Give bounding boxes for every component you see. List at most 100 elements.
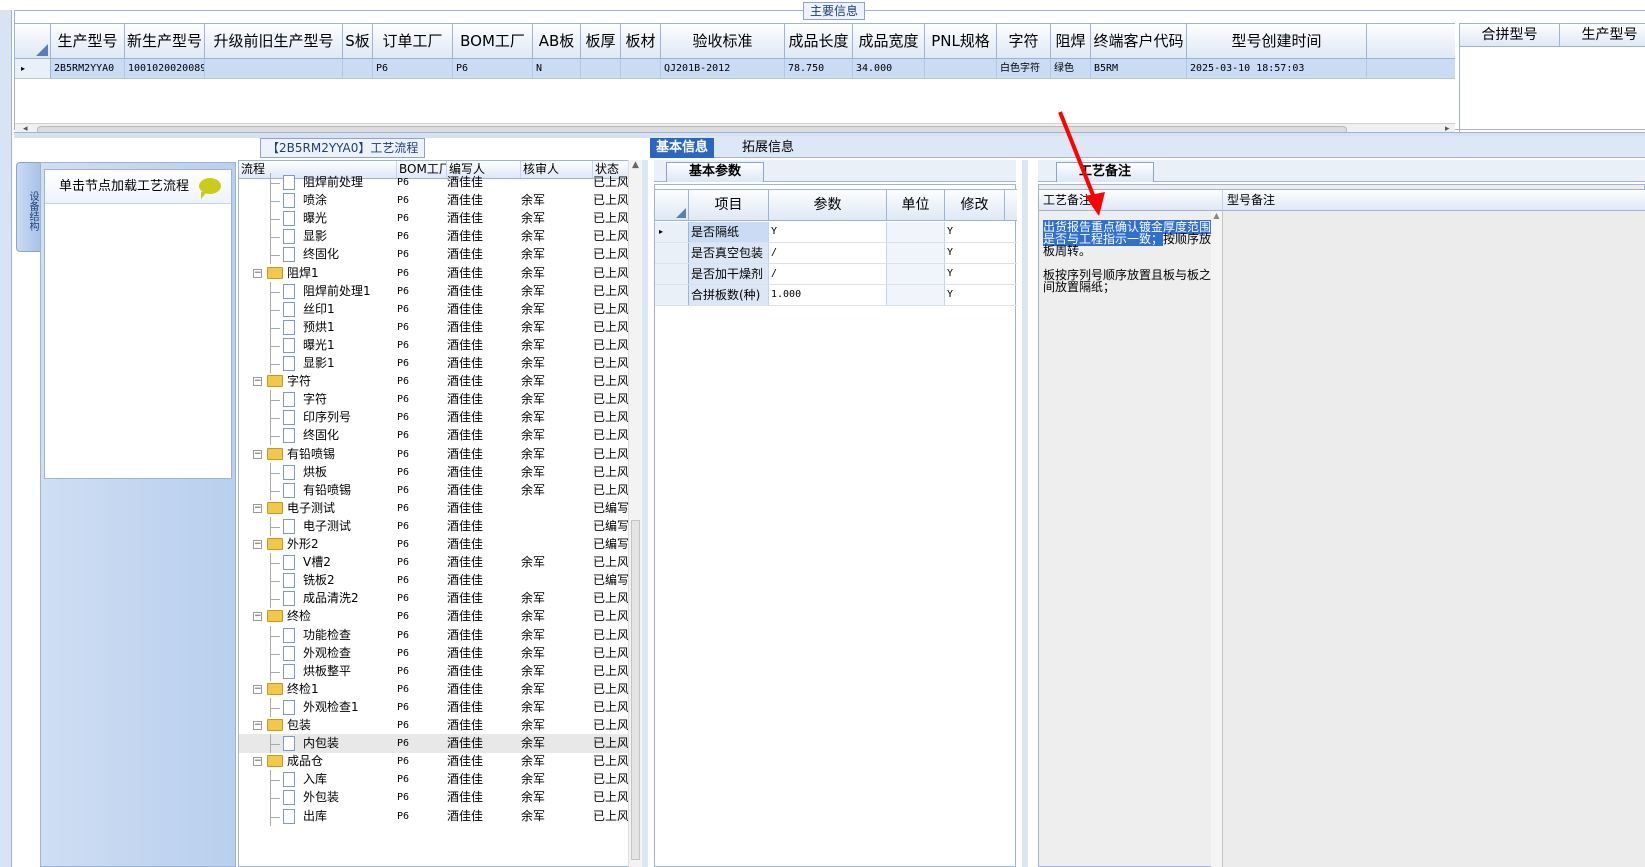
tab-basic-info[interactable]: 基本信息 [650,138,715,158]
collapse-icon[interactable]: − [253,503,262,513]
tree-node[interactable]: 烘板整平 P6 酒佳佳 余军 已上风 [239,661,635,681]
tree-folder-node[interactable]: − 字符 P6 酒佳佳 余军 已上风 [239,372,635,391]
param-row[interactable]: 合拼板数(种) 1.000 Y [655,285,1017,306]
collapse-icon[interactable]: − [253,757,262,767]
col-header[interactable]: 验收标准 [661,24,785,58]
tree-node[interactable]: 显影1 P6 酒佳佳 余军 已上风 [239,354,635,373]
col-header-item[interactable]: 项目 [689,190,769,220]
tree-node[interactable]: 烘板 P6 酒佳佳 余军 已上风 [239,462,635,482]
col-header[interactable]: 生产型号 [51,24,125,58]
col-header-modify[interactable]: 修改 [945,190,1005,220]
tree-folder-node[interactable]: − 有铅喷锡 P6 酒佳佳 余军 已上风 [239,445,635,464]
table-cell[interactable]: 2B5RM2YYA0 [51,59,125,78]
col-header-param[interactable]: 参数 [769,190,887,220]
row-indicator[interactable]: ▸ [655,222,689,242]
param-unit-cell[interactable] [887,222,945,242]
collapse-icon[interactable]: − [253,449,262,459]
param-item-cell[interactable]: 是否真空包装 [689,243,769,263]
tree-node[interactable]: 显影 P6 酒佳佳 余军 已上风 [239,227,635,247]
param-unit-cell[interactable] [887,285,945,305]
collapse-icon[interactable]: − [253,684,262,694]
table-cell[interactable]: 2025-03-10 18:57:03 [1187,59,1367,78]
collapse-icon[interactable]: − [253,540,262,549]
col-header[interactable]: 成品长度 [785,24,853,58]
collapse-icon[interactable]: − [253,612,262,622]
tree-node[interactable]: 喷涂 P6 酒佳佳 余军 已上风 [239,191,635,211]
col-header[interactable]: BOM工厂 [453,24,533,58]
process-remark-textarea[interactable]: 出货报告重点确认镀金厚度范围是否与工程指示一致；按顺序放板周转。 板按序列号顺序… [1043,220,1215,293]
col-header[interactable]: AB板 [533,24,581,58]
tree-node[interactable]: 功能检查 P6 酒佳佳 余军 已上风 [239,625,635,645]
param-item-cell[interactable]: 合拼板数(种) [689,285,769,305]
tree-node[interactable]: 外包装 P6 酒佳佳 余军 已上风 [239,788,635,808]
tree-node[interactable]: 有铅喷锡 P6 酒佳佳 余军 已上风 [239,480,635,500]
table-cell[interactable]: N [533,59,581,78]
tree-vscrollbar[interactable]: ▲ [628,160,642,867]
tree-node[interactable]: 外观检查 P6 酒佳佳 余军 已上风 [239,643,635,663]
param-unit-cell[interactable] [887,264,945,284]
tree-folder-node[interactable]: − 终检 P6 酒佳佳 余军 已上风 [239,607,635,626]
grid-corner[interactable] [655,190,689,220]
tree-node[interactable]: 阻焊前处理 P6 酒佳佳 已上风 [239,173,635,192]
model-remark-textarea[interactable] [1223,211,1645,867]
tree-folder-node[interactable]: − 阻焊1 P6 酒佳佳 余军 已上风 [239,264,635,283]
tab-basic-params[interactable]: 基本参数 [666,162,765,182]
col-header[interactable]: 板厚 [581,24,621,58]
param-modify-cell[interactable]: Y [945,285,1005,305]
param-item-cell[interactable]: 是否隔纸 [689,222,769,242]
param-unit-cell[interactable] [887,243,945,263]
table-cell[interactable]: B5RM [1091,59,1187,78]
col-header-unit[interactable]: 单位 [887,190,945,220]
table-row[interactable]: ▸ 2B5RM2YYA0 10010200200899 P6 P6 N QJ201B-20… [15,59,1455,79]
table-cell[interactable]: P6 [373,59,453,78]
tree-node[interactable]: 终固化 P6 酒佳佳 余军 已上风 [239,245,635,265]
tree-node[interactable]: 预烘1 P6 酒佳佳 余军 已上风 [239,317,635,337]
col-header[interactable]: 升级前旧生产型号 [205,24,343,58]
col-header[interactable]: 新生产型号 [125,24,205,58]
col-header[interactable]: 成品宽度 [853,24,925,58]
collapse-icon[interactable]: − [253,721,262,730]
table-cell[interactable] [343,59,373,78]
col-header[interactable]: 型号创建时间 [1187,24,1367,58]
col-header[interactable]: 终端客户代码 [1091,24,1187,58]
tree-node[interactable]: 入库 P6 酒佳佳 余军 已上风 [239,770,635,790]
tree-folder-node[interactable]: − 外形2 P6 酒佳佳 已编写 [239,535,635,554]
tree-node[interactable]: 内包装 P6 酒佳佳 余军 已上风 [239,734,635,754]
table-cell[interactable]: QJ201B-2012 [661,59,785,78]
tree-node[interactable]: V槽2 P6 酒佳佳 余军 已上风 [239,553,635,573]
tree-node[interactable]: 曝光 P6 酒佳佳 余军 已上风 [239,209,635,229]
vertical-splitter[interactable] [642,160,648,867]
table-cell[interactable]: 绿色 [1051,59,1091,78]
col-header[interactable]: PNL规格 [925,24,997,58]
collapse-icon[interactable]: − [253,268,262,278]
scroll-thumb[interactable] [631,520,640,860]
table-cell[interactable] [621,59,661,78]
table-cell[interactable]: 34.000 [853,59,925,78]
table-cell[interactable] [925,59,997,78]
param-row[interactable]: 是否加干燥剂 / Y [655,264,1017,285]
col-header[interactable]: S板 [343,24,373,58]
row-indicator[interactable] [655,264,689,284]
param-value-cell[interactable]: 1.000 [769,285,887,305]
param-modify-cell[interactable]: Y [945,264,1005,284]
table-cell[interactable] [581,59,621,78]
param-value-cell[interactable]: Y [769,222,887,242]
col-header[interactable]: 板材 [621,24,661,58]
tree-node[interactable]: 丝印1 P6 酒佳佳 余军 已上风 [239,299,635,319]
param-value-cell[interactable]: / [769,243,887,263]
remark-vscrollbar[interactable]: ▲ [1211,211,1222,867]
tree-folder-node[interactable]: − 包装 P6 酒佳佳 余军 已上风 [239,716,635,735]
load-flow-header[interactable]: 单击节点加载工艺流程 [45,170,231,204]
tree-node[interactable]: 铣板2 P6 酒佳佳 已编写 [239,571,635,591]
col-header[interactable]: 阻焊 [1051,24,1091,58]
collapse-icon[interactable]: − [253,377,262,387]
tree-node[interactable]: 出库 P6 酒佳佳 余军 已上风 [239,806,635,826]
param-item-cell[interactable]: 是否加干燥剂 [689,264,769,284]
table-cell[interactable]: 10010200200899 [125,59,205,78]
tree-folder-node[interactable]: − 电子测试 P6 酒佳佳 已编写 [239,499,635,518]
tree-node[interactable]: 成品清洗2 P6 酒佳佳 余军 已上风 [239,589,635,609]
tree-folder-node[interactable]: − 成品仓 P6 酒佳佳 余军 已上风 [239,752,635,771]
table-cell[interactable]: 78.750 [785,59,853,78]
row-indicator[interactable] [655,285,689,305]
param-modify-cell[interactable]: Y [945,222,1005,242]
